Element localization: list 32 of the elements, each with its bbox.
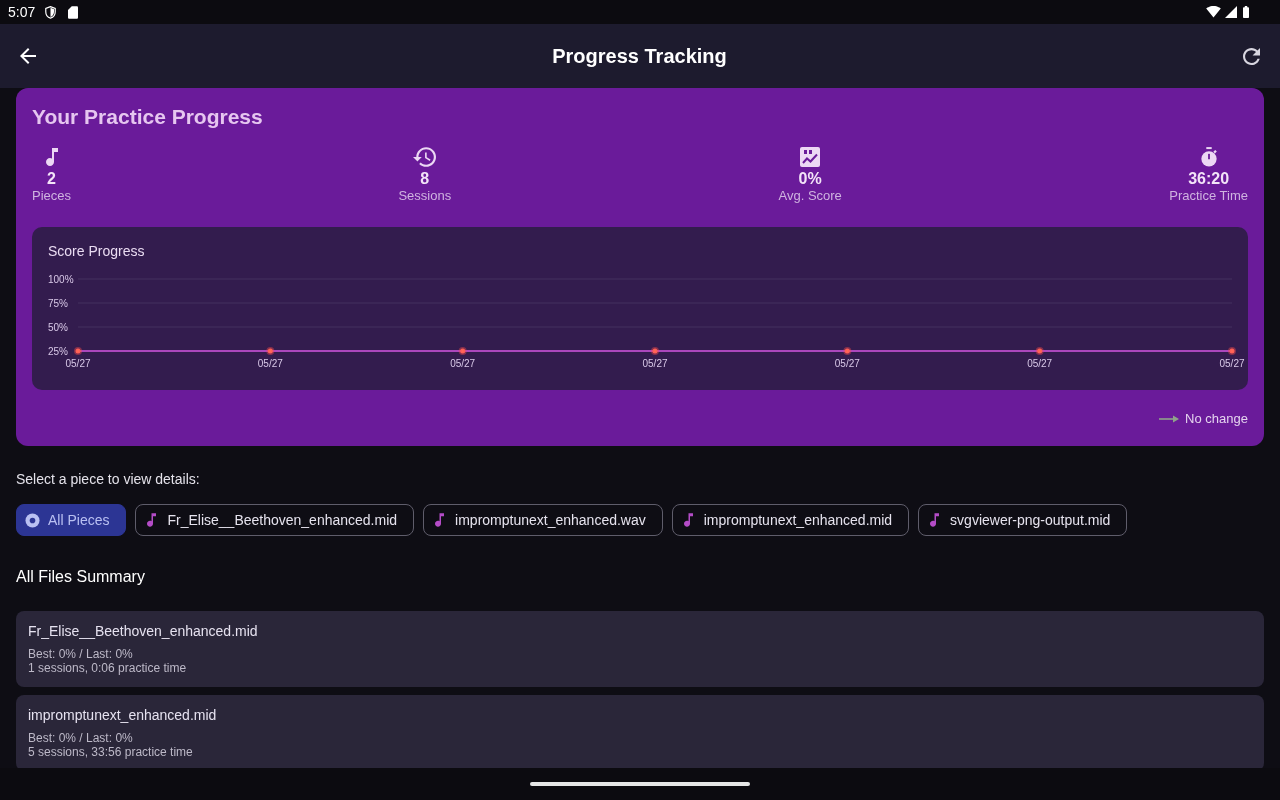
axis-label: 25%	[48, 345, 68, 357]
stat-value: 0%	[798, 170, 822, 188]
axis-label: 05/27	[257, 357, 283, 369]
select-prompt: Select a piece to view details:	[16, 470, 201, 489]
practice-summary: 5 sessions, 33:56 practice time	[28, 745, 194, 759]
stat-value: 8	[420, 170, 430, 188]
page-title: Progress Tracking	[552, 44, 727, 69]
file-name: Fr_Elise__Beethoven_enhanced.mid	[28, 622, 259, 641]
stat-label: Pieces	[32, 188, 72, 204]
file-name: impromptunext_enhanced.mid	[28, 706, 218, 725]
practice-summary: 1 sessions, 0:06 practice time	[28, 661, 188, 675]
axis-label: 05/27	[1219, 357, 1245, 369]
stat-label: Avg. Score	[778, 188, 842, 204]
stat-label: Sessions	[398, 188, 452, 204]
axis-label: 05/27	[450, 357, 476, 369]
stat-value: 36:20	[1188, 170, 1230, 188]
trend-label: No change	[1185, 411, 1248, 427]
chart-title: Score Progress	[47, 242, 146, 261]
stat-value: 2	[47, 170, 56, 188]
card-title: Your Practice Progress	[32, 104, 264, 130]
axis-label: 05/27	[65, 357, 91, 369]
axis-label: 75%	[48, 297, 68, 309]
stat-label: Practice Time	[1169, 188, 1248, 204]
axis-label: 05/27	[1027, 357, 1053, 369]
axis-label: 50%	[48, 321, 68, 333]
section-heading: All Files Summary	[16, 567, 146, 587]
score-summary: Best: 0% / Last: 0%	[28, 647, 134, 661]
axis-label: 05/27	[834, 357, 860, 369]
status-time: 5:07	[8, 4, 36, 20]
score-summary: Best: 0% / Last: 0%	[28, 731, 134, 745]
axis-label: 05/27	[642, 357, 668, 369]
axis-label: 100%	[48, 273, 74, 285]
